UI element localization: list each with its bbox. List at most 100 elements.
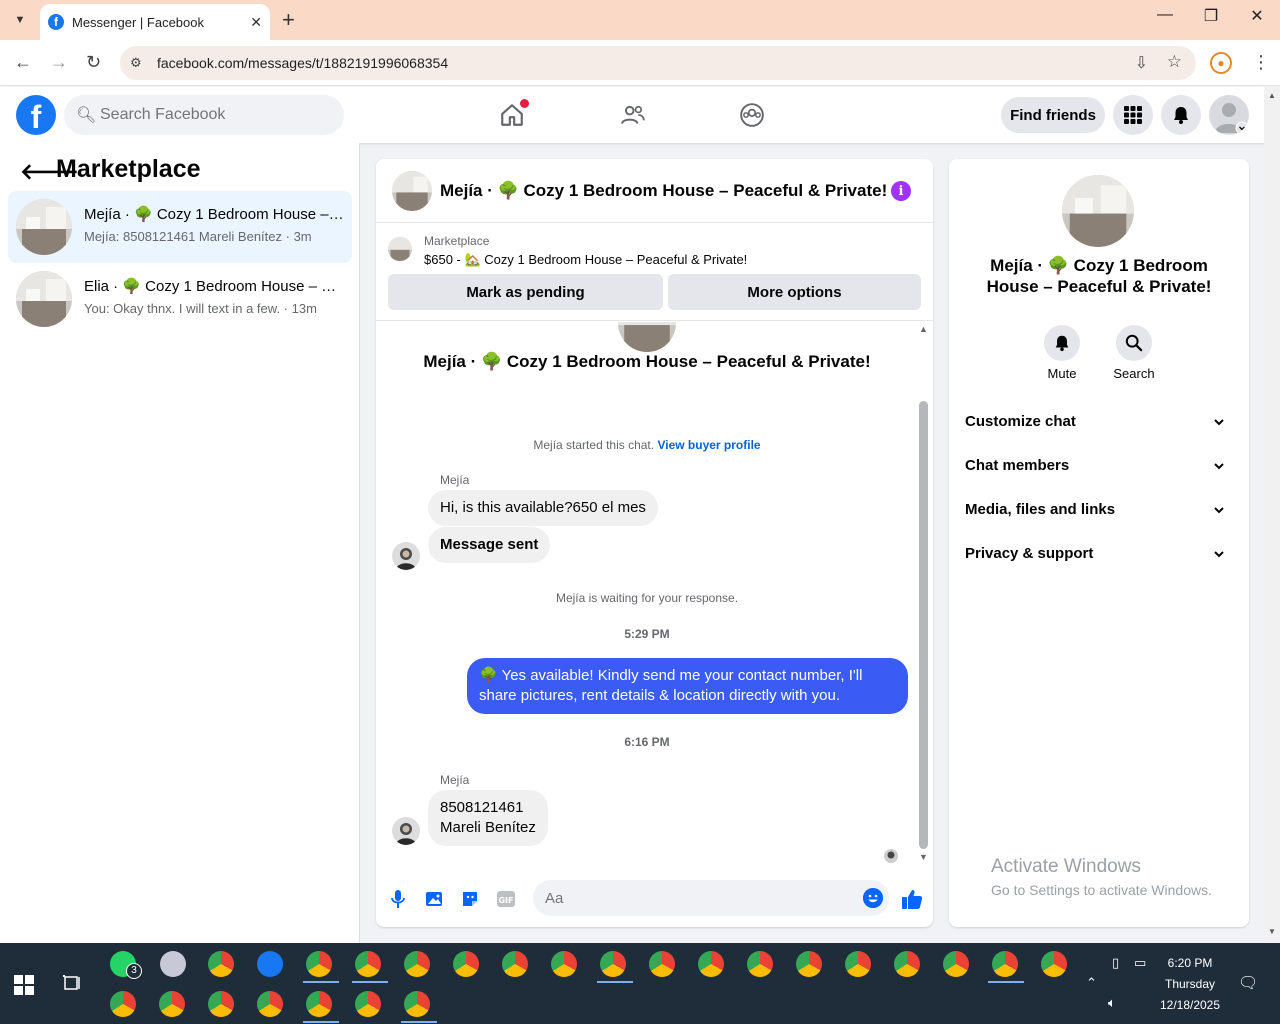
friends-icon[interactable] [619,101,647,129]
site-info-icon[interactable]: ⚙ [130,55,142,71]
system-clock[interactable]: 6:20 PM Thursday 12/18/2025 [1150,953,1230,1016]
chrome-icon[interactable] [894,951,920,977]
find-friends-button[interactable]: Find friends [1001,97,1105,133]
sticker-icon[interactable] [460,889,480,909]
back-arrow-icon[interactable]: ← [14,52,32,73]
page-scrollbar[interactable]: ▲ ▼ [1264,87,1280,943]
chrome-icon[interactable] [159,991,185,1017]
chrome-icon[interactable] [502,951,528,977]
install-app-icon[interactable]: ⇩ [1135,53,1148,73]
facebook-search-box[interactable]: 🔍︎ [64,95,344,135]
incoming-message[interactable]: Hi, is this available?650 el mes [428,490,658,526]
chrome-icon[interactable] [943,951,969,977]
outgoing-message[interactable]: 🌳 Yes available! Kindly send me your con… [467,658,908,714]
chrome-icon[interactable] [355,991,381,1017]
restore-icon[interactable]: ❐ [1188,6,1234,26]
windows-start-icon[interactable] [14,975,34,1000]
chrome-icon[interactable] [453,951,479,977]
gif-icon[interactable]: GIF [496,889,516,909]
network-icon[interactable]: ▭ [1134,955,1146,971]
media-files-links-section[interactable]: Media, files and links [965,501,1233,525]
view-buyer-profile-link[interactable]: View buyer profile [657,438,760,452]
chrome-icon[interactable] [208,951,234,977]
sender-avatar[interactable] [392,817,420,845]
conversation-item[interactable]: Elia · 🌳 Cozy 1 Bedroom House – Peaceful… [8,263,352,335]
show-hidden-icons-chevron-icon[interactable]: ⌃ [1086,975,1097,991]
more-options-button[interactable]: More options [668,274,921,310]
close-window-icon[interactable]: ✕ [1234,6,1280,26]
tab-search-dropdown-icon[interactable]: ▼ [6,8,34,32]
message-line: Mareli Benítez [440,819,536,836]
forward-arrow-icon[interactable]: → [50,52,68,73]
action-center-icon[interactable]: 🗨︎ [1238,973,1258,993]
chrome-icon[interactable] [306,991,332,1017]
search-chat-button[interactable]: Search [1104,325,1164,381]
incoming-message[interactable]: 8508121461 Mareli Benítez [428,790,548,846]
chrome-icon-active[interactable] [600,951,626,977]
info-icon[interactable]: i [891,181,911,201]
chrome-icon[interactable] [551,951,577,977]
customize-chat-section[interactable]: Customize chat [965,413,1233,437]
chat-started-notice: Mejía started this chat. View buyer prof… [376,438,918,452]
bookmark-star-icon[interactable]: ☆ [1167,52,1182,72]
scroll-up-arrow-icon[interactable]: ▲ [919,324,928,334]
scroll-up-arrow-icon[interactable]: ▲ [1268,91,1276,100]
chrome-icon[interactable] [992,951,1018,977]
url-text[interactable]: facebook.com/messages/t/1882191996068354 [157,55,448,71]
thumbs-up-icon[interactable] [900,887,924,911]
browser-profile-icon[interactable]: ● [1210,52,1232,74]
message-input-box[interactable] [533,880,889,916]
facebook-taskbar-icon[interactable] [257,951,283,977]
chrome-icon[interactable] [404,991,430,1017]
incoming-message[interactable]: Message sent [428,527,551,563]
chrome-icon[interactable] [257,991,283,1017]
photo-icon[interactable] [424,889,444,909]
chrome-icon[interactable] [698,951,724,977]
mute-button[interactable]: Mute [1032,325,1092,381]
facebook-search-input[interactable] [100,95,330,135]
conversation-item[interactable]: Mejía · 🌳 Cozy 1 Bedroom House – Peacefu… [8,191,352,263]
chrome-icon[interactable] [208,991,234,1017]
chat-title[interactable]: Mejía · 🌳 Cozy 1 Bedroom House – Peacefu… [440,181,887,201]
notifications-bell-icon[interactable] [1161,95,1201,135]
emoji-icon[interactable] [863,888,883,908]
chrome-icon[interactable] [306,951,332,977]
minimize-icon[interactable]: — [1142,6,1188,24]
address-bar[interactable]: ⚙ facebook.com/messages/t/18821919960683… [120,46,1196,80]
app-icon[interactable] [160,951,186,977]
mark-as-pending-button[interactable]: Mark as pending [388,274,663,310]
facebook-logo-icon[interactable]: f [16,95,56,135]
chrome-icon[interactable] [796,951,822,977]
task-view-icon[interactable] [62,973,82,993]
chat-members-section[interactable]: Chat members [965,457,1233,481]
thread-scroll-thumb[interactable] [919,401,928,849]
volume-icon[interactable]: 🔈︎ [1108,995,1116,1011]
privacy-support-section[interactable]: Privacy & support [965,545,1233,569]
chrome-icon[interactable] [649,951,675,977]
listing-price-title[interactable]: $650 - 🏡 Cozy 1 Bedroom House – Peaceful… [424,252,747,268]
scroll-down-arrow-icon[interactable]: ▼ [1268,927,1276,936]
chrome-icon[interactable] [404,951,430,977]
listing-thumbnail [16,199,72,255]
chrome-icon[interactable] [747,951,773,977]
groups-icon[interactable] [738,101,766,129]
chrome-icon[interactable] [845,951,871,977]
reload-icon[interactable]: ↻ [86,52,101,73]
message-input[interactable] [545,880,845,916]
browser-menu-icon[interactable]: ⋮ [1252,52,1270,73]
microphone-icon[interactable] [388,889,408,909]
account-avatar[interactable] [1209,95,1249,135]
sender-avatar[interactable] [392,542,420,570]
chrome-icon[interactable] [355,951,381,977]
activate-windows-watermark: Activate Windows Go to Settings to activ… [991,856,1212,898]
menu-grid-icon[interactable] [1113,95,1153,135]
new-tab-plus-icon[interactable]: + [282,8,295,32]
chat-avatar[interactable] [392,171,432,211]
browser-tab-messenger[interactable]: f Messenger | Facebook ✕ [40,4,270,40]
chrome-icon[interactable] [1041,951,1067,977]
chevron-down-icon [1213,415,1225,432]
close-tab-icon[interactable]: ✕ [250,14,262,31]
chrome-icon[interactable] [110,991,136,1017]
scroll-down-arrow-icon[interactable]: ▼ [919,852,928,862]
device-icon[interactable]: ▯ [1112,955,1119,971]
